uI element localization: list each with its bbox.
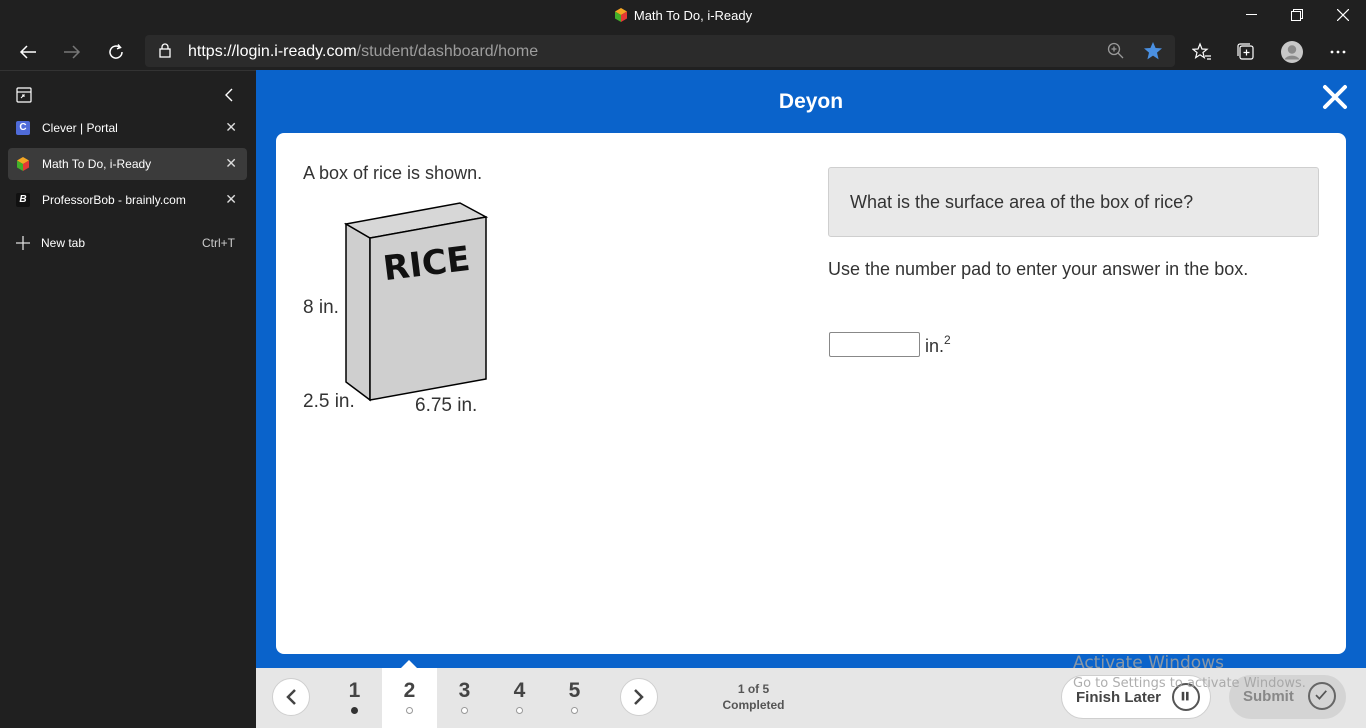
question-number: 1 xyxy=(348,679,361,702)
sidebar-tab-clever[interactable]: C Clever | Portal ✕ xyxy=(8,112,247,144)
refresh-button[interactable] xyxy=(100,36,132,68)
current-caret xyxy=(401,660,417,668)
close-tab-icon[interactable]: ✕ xyxy=(225,120,237,134)
height-label: 8 in. xyxy=(303,297,339,318)
incomplete-dot xyxy=(571,707,578,714)
favorite-star-icon[interactable] xyxy=(1143,41,1163,61)
vertical-tabs-sidebar: C Clever | Portal ✕ Math To Do, i-Ready … xyxy=(0,70,256,728)
collapse-sidebar-icon[interactable] xyxy=(224,88,234,102)
answer-input[interactable] xyxy=(829,332,920,357)
refresh-icon xyxy=(109,44,123,59)
new-tab-button[interactable]: New tab Ctrl+T xyxy=(8,229,247,257)
more-dots-icon xyxy=(1330,50,1346,54)
width-label: 6.75 in. xyxy=(415,395,478,416)
collections-button[interactable] xyxy=(1231,37,1261,67)
question-number: 5 xyxy=(568,679,581,702)
tab-actions-icon[interactable] xyxy=(16,87,32,103)
incomplete-dot xyxy=(516,707,523,714)
question-card: A box of rice is shown. RICE 8 in. 2.5 i… xyxy=(276,133,1346,654)
question-text: What is the surface area of the box of r… xyxy=(850,192,1194,212)
profile-button[interactable] xyxy=(1277,37,1307,67)
more-menu-button[interactable] xyxy=(1323,37,1353,67)
url-host: https://login.i-ready.com xyxy=(188,43,357,60)
iready-favicon-icon xyxy=(17,157,29,171)
unit-exponent: 2 xyxy=(944,333,951,347)
instruction-text: Use the number pad to enter your answer … xyxy=(828,259,1249,279)
sidebar-tab-iready[interactable]: Math To Do, i-Ready ✕ xyxy=(8,148,247,180)
completed-dot xyxy=(351,707,358,714)
tab-label: ProfessorBob - brainly.com xyxy=(42,193,186,207)
iready-lesson-area: Deyon A box of rice is shown. RICE 8 in.… xyxy=(256,70,1366,728)
close-window-button[interactable] xyxy=(1320,0,1366,30)
window-title: Math To Do, i-Ready xyxy=(0,8,1366,23)
new-tab-shortcut: Ctrl+T xyxy=(202,236,235,250)
sidebar-header xyxy=(0,81,256,109)
restore-icon xyxy=(1291,9,1303,21)
question-5-button[interactable]: 5 xyxy=(547,668,602,728)
url-path: /student/dashboard/home xyxy=(356,43,539,60)
question-1-button[interactable]: 1 xyxy=(327,668,382,728)
question-box: What is the surface area of the box of r… xyxy=(828,167,1319,237)
progress-count: 1 of 5 xyxy=(737,682,770,696)
checkmark-icon xyxy=(1308,682,1336,710)
back-button[interactable] xyxy=(12,36,44,68)
answer-unit: in.2 xyxy=(925,333,951,357)
close-lesson-icon[interactable] xyxy=(1321,83,1349,111)
favorites-list-icon xyxy=(1192,42,1211,60)
next-question-button[interactable] xyxy=(620,678,658,716)
back-arrow-icon xyxy=(19,45,36,59)
collections-icon xyxy=(1237,43,1254,60)
chevron-left-icon xyxy=(286,689,296,705)
windows-activation-hint: Go to Settings to activate Windows. xyxy=(1073,676,1306,691)
progress-label: Completed xyxy=(722,698,785,712)
plus-icon xyxy=(16,236,30,250)
incomplete-dot xyxy=(406,707,413,714)
lesson-header: Deyon xyxy=(256,70,1366,132)
close-tab-icon[interactable]: ✕ xyxy=(225,192,237,206)
problem-prompt: A box of rice is shown. xyxy=(303,163,483,183)
title-bar: Math To Do, i-Ready xyxy=(0,0,1366,33)
sidebar-tab-brainly[interactable]: B ProfessorBob - brainly.com ✕ xyxy=(8,184,247,216)
question-3-button[interactable]: 3 xyxy=(437,668,492,728)
forward-button[interactable] xyxy=(56,36,88,68)
incomplete-dot xyxy=(461,707,468,714)
question-number: 4 xyxy=(513,679,526,702)
minimize-icon xyxy=(1245,14,1257,15)
brainly-favicon-icon: B xyxy=(16,193,30,207)
restore-button[interactable] xyxy=(1274,0,1320,30)
minimize-button[interactable] xyxy=(1228,0,1274,30)
depth-label: 2.5 in. xyxy=(303,391,355,412)
question-number: 3 xyxy=(458,679,471,702)
question-4-button[interactable]: 4 xyxy=(492,668,547,728)
close-tab-icon[interactable]: ✕ xyxy=(225,156,237,170)
close-icon xyxy=(1337,9,1349,21)
unit-text: in. xyxy=(925,336,945,356)
navigation-toolbar: https://login.i-ready.com/student/dashbo… xyxy=(0,33,1366,70)
progress-status: 1 of 5 Completed xyxy=(711,681,796,713)
question-2-button[interactable]: 2 xyxy=(382,660,437,728)
finish-later-label: Finish Later xyxy=(1076,689,1162,706)
window-title-text: Math To Do, i-Ready xyxy=(633,8,753,23)
profile-avatar-icon xyxy=(1281,41,1303,63)
zoom-icon[interactable] xyxy=(1107,42,1124,59)
clever-favicon-icon: C xyxy=(16,121,30,135)
question-number: 2 xyxy=(403,679,416,702)
url-text: https://login.i-ready.com/student/dashbo… xyxy=(188,43,538,61)
student-name: Deyon xyxy=(778,90,844,113)
forward-arrow-icon xyxy=(64,45,81,59)
windows-activation-watermark: Activate Windows xyxy=(1073,653,1224,673)
iready-favicon-icon xyxy=(614,8,627,22)
favorites-button[interactable] xyxy=(1187,37,1217,67)
chevron-right-icon xyxy=(634,689,644,705)
tab-label: Clever | Portal xyxy=(42,121,118,135)
lock-icon xyxy=(159,43,171,58)
tab-label: Math To Do, i-Ready xyxy=(42,157,152,171)
address-bar[interactable]: https://login.i-ready.com/student/dashbo… xyxy=(145,35,1175,67)
previous-question-button[interactable] xyxy=(272,678,310,716)
new-tab-label: New tab xyxy=(41,236,86,250)
